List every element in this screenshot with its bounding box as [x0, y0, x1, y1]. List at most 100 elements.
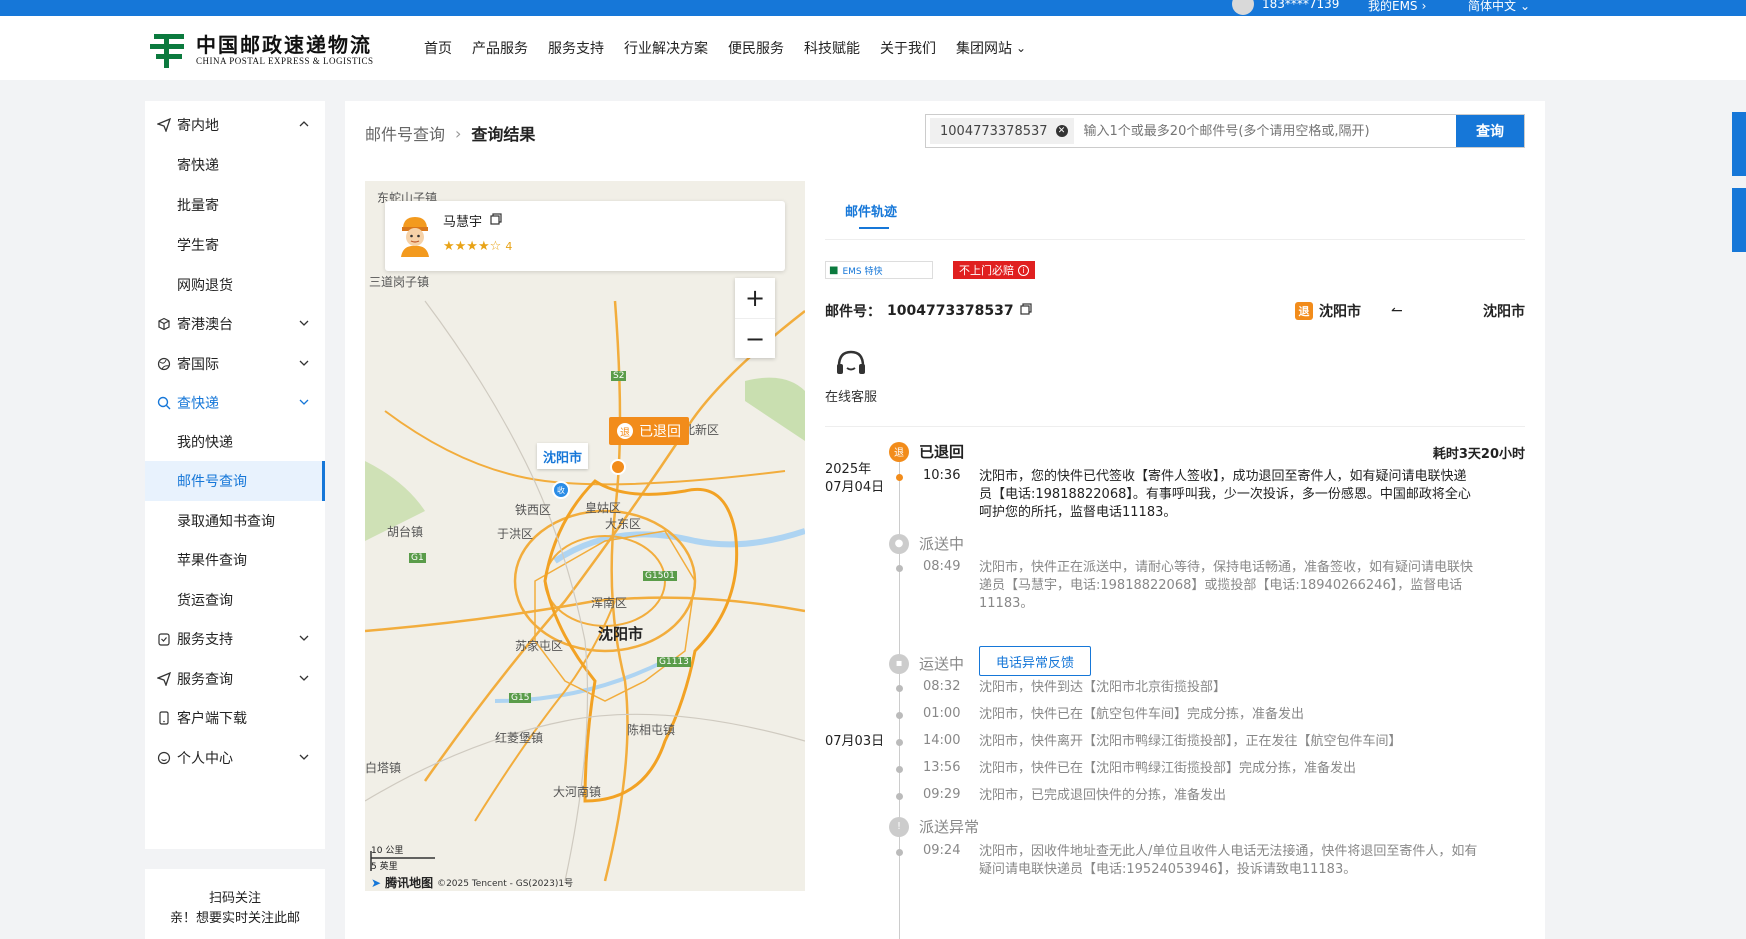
- status-exception: ! 派送异常: [889, 816, 979, 837]
- courier-card: 马慧宇 ★★★★☆ 4: [385, 201, 785, 271]
- sidebar-item-send-international[interactable]: 寄国际: [145, 344, 325, 384]
- tab-mail-track[interactable]: 邮件轨迹: [845, 201, 897, 220]
- rating-value: 4: [505, 240, 513, 253]
- breadcrumb-parent[interactable]: 邮件号查询: [365, 121, 445, 145]
- sidebar-item-send-domestic[interactable]: 寄内地: [145, 105, 325, 145]
- return-icon: 退: [617, 423, 633, 439]
- timeline-dot: [896, 793, 903, 800]
- event-text: 沈阳市，快件已在【航空包件车间】完成分拣，准备发出: [979, 707, 1305, 722]
- route: 退 沈阳市 ↼ 沈阳市: [1295, 301, 1525, 321]
- guarantee-badge[interactable]: 不上门必赔 i: [953, 261, 1035, 279]
- city-pin[interactable]: 沈阳市: [537, 443, 589, 469]
- nav-products[interactable]: 产品服务: [472, 38, 528, 58]
- chevron-down-icon: ⌄: [1016, 41, 1027, 55]
- timeline-dot: [896, 474, 903, 481]
- sidebar-item-service-query[interactable]: 服务查询: [145, 659, 325, 699]
- duration: 耗时3天20小时: [1432, 447, 1525, 462]
- chevron-down-icon: ⌄: [1520, 0, 1531, 13]
- nav-tech[interactable]: 科技赋能: [804, 38, 860, 58]
- map-label: 浑南区: [591, 596, 628, 610]
- close-icon[interactable]: ✕: [1055, 125, 1068, 137]
- map-label: 红菱堡镇: [495, 731, 544, 745]
- nav-convenience[interactable]: 便民服务: [728, 38, 784, 58]
- sidebar-item-track-express[interactable]: 查快递: [145, 383, 325, 423]
- sidebar-item-apple-query[interactable]: 苹果件查询: [145, 540, 325, 580]
- timeline-line: [899, 451, 900, 939]
- map-label: 三道岗子镇: [369, 275, 430, 289]
- event-time: 08:49: [923, 559, 961, 574]
- truck-icon: ▪: [889, 653, 909, 674]
- sidebar-item-service-support[interactable]: 服务支持: [145, 619, 325, 659]
- scale-mi: 5 英里: [371, 862, 398, 872]
- user-phone[interactable]: 183****7139: [1262, 0, 1339, 11]
- service-icon: [157, 632, 171, 646]
- search-button[interactable]: 查询: [1456, 115, 1524, 147]
- highway-badge: G1501: [643, 571, 677, 581]
- sidebar-item-freight-query[interactable]: 货运查询: [145, 580, 325, 620]
- my-ems-link[interactable]: 我的EMS ›: [1368, 0, 1426, 14]
- timeline-dot: [896, 766, 903, 773]
- sidebar-item-personal-center[interactable]: 个人中心: [145, 738, 325, 778]
- receive-location-marker[interactable]: 收: [552, 481, 570, 499]
- info-icon: i: [1018, 264, 1029, 276]
- phone-feedback-button[interactable]: 电话异常反馈: [979, 646, 1091, 676]
- copy-icon[interactable]: [1020, 303, 1032, 319]
- floating-tab-top[interactable]: [1732, 112, 1746, 176]
- timeline-dot: [896, 685, 903, 692]
- sidebar-item-online-return[interactable]: 网购退货: [145, 265, 325, 305]
- return-icon: 退: [889, 441, 909, 462]
- zoom-in-button[interactable]: +: [735, 278, 775, 318]
- box-icon: [157, 317, 171, 331]
- logo-text-cn: 中国邮政速递物流: [196, 33, 372, 57]
- copy-icon[interactable]: [490, 212, 502, 229]
- language-select[interactable]: 简体中文 ⌄: [1468, 0, 1530, 14]
- main-nav: 首页 产品服务 服务支持 行业解决方案 便民服务 科技赋能 关于我们 集团网站 ⌄: [424, 38, 1046, 58]
- map-label: 大东区: [605, 517, 642, 531]
- logo-text-en: CHINA POSTAL EXPRESS & LOGISTICS: [196, 56, 374, 66]
- floating-tab-bottom[interactable]: [1732, 188, 1746, 252]
- headset-icon: [831, 346, 871, 382]
- map-label: 陈相屯镇: [627, 723, 676, 737]
- status-location-marker[interactable]: [610, 459, 626, 475]
- timeline-dot: [896, 565, 903, 572]
- sidebar-item-admission-letter[interactable]: 录取通知书查询: [145, 501, 325, 541]
- sidebar-item-send-hk-mo-tw[interactable]: 寄港澳台: [145, 304, 325, 344]
- nav-about[interactable]: 关于我们: [880, 38, 936, 58]
- mail-number: 邮件号： 1004773378537: [825, 301, 1032, 321]
- user-avatar[interactable]: [1232, 0, 1254, 15]
- zoom-control: + −: [735, 278, 775, 358]
- header: 中国邮政速递物流 CHINA POSTAL EXPRESS & LOGISTIC…: [0, 16, 1746, 80]
- nav-solutions[interactable]: 行业解决方案: [624, 38, 708, 58]
- search-input[interactable]: [1083, 123, 1456, 139]
- nav-home[interactable]: 首页: [424, 38, 452, 58]
- highway-badge: S2: [611, 371, 627, 381]
- brand-row: ■ EMS 特快 不上门必赔 i: [825, 261, 1035, 279]
- online-service[interactable]: 在线客服: [825, 346, 877, 405]
- zoom-out-button[interactable]: −: [735, 318, 775, 358]
- sidebar-item-mail-number-query[interactable]: 邮件号查询: [145, 461, 325, 501]
- nav-support[interactable]: 服务支持: [548, 38, 604, 58]
- sidebar-item-my-express[interactable]: 我的快递: [145, 422, 325, 462]
- qr-text: 亲！想要实时关注此邮: [169, 911, 300, 926]
- nav-group-sites[interactable]: 集团网站 ⌄: [956, 38, 1026, 58]
- date-label: 07月03日: [825, 734, 885, 749]
- arrow-left-icon: ↼: [1391, 303, 1403, 319]
- chevron-down-icon: [297, 750, 311, 764]
- logo[interactable]: 中国邮政速递物流 CHINA POSTAL EXPRESS & LOGISTIC…: [148, 30, 373, 70]
- event-time: 08:32: [923, 679, 961, 694]
- map[interactable]: 东蛇山子镇 三道岗子镇 沈北新区 铁西区 皇姑区 于洪区 大东区 胡台镇 浑南区…: [365, 181, 805, 891]
- breadcrumb: 邮件号查询 › 查询结果: [365, 121, 535, 145]
- event-time: 09:24: [923, 843, 961, 858]
- courier-avatar-icon: [397, 213, 433, 257]
- sidebar-item-app-download[interactable]: 客户端下载: [145, 698, 325, 738]
- chevron-right-icon: ›: [1421, 0, 1427, 13]
- search-icon: [157, 396, 171, 410]
- china-post-logo-icon: [148, 30, 188, 70]
- route-from: 沈阳市: [1319, 304, 1361, 320]
- map-label: 皇姑区: [585, 501, 622, 515]
- map-attribution: ➤ 腾讯地图 ©2025 Tencent - GS(2023)1号: [371, 875, 574, 891]
- sidebar-item-student-send[interactable]: 学生寄: [145, 225, 325, 265]
- sidebar-item-send-express[interactable]: 寄快递: [145, 145, 325, 185]
- status-pin[interactable]: 退 已退回: [609, 417, 689, 445]
- sidebar-item-batch-send[interactable]: 批量寄: [145, 185, 325, 225]
